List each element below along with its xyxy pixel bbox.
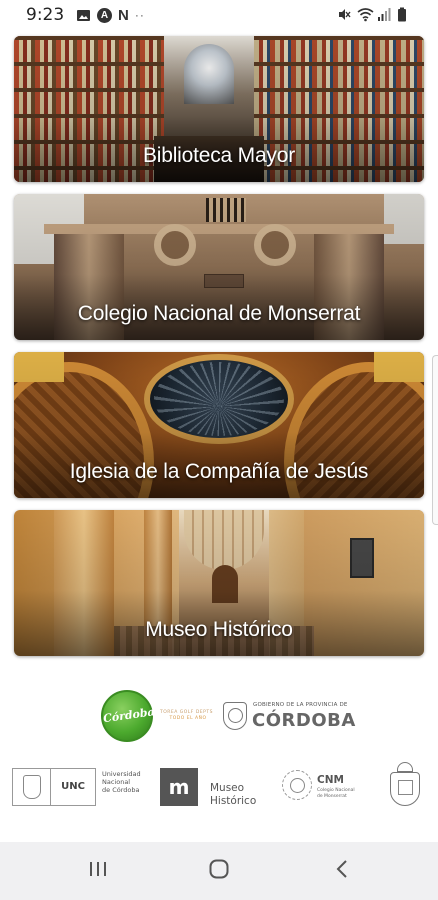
museo-historico-logo: m [160,768,198,806]
card-title: Colegio Nacional de Monserrat [77,302,361,325]
card-biblioteca-mayor[interactable]: Biblioteca Mayor [14,36,424,182]
unc-seal-icon [13,769,51,805]
n-icon: N [118,7,129,24]
sponsor-logos-row-2: UNC Universidad Nacional de Córdoba m Mu… [0,762,438,818]
place-card-list: Biblioteca Mayor Colegio Nacional de Mon… [14,36,424,668]
cordoba-tourism-logo: Córdoba [101,690,155,742]
cordoba-tourism-tagline: TOREA GOLF DEPTS TODO EL AÑO [160,710,213,721]
card-title: Museo Histórico [145,618,293,641]
status-bar: 9:23 A N ·· [0,0,438,30]
recent-apps-button[interactable] [76,856,120,886]
wifi-icon [357,7,374,22]
back-icon [335,858,349,885]
card-colegio-nacional-de-monserrat[interactable]: Colegio Nacional de Monserrat [14,194,424,340]
signal-icon [377,7,392,22]
gobierno-cordoba-logo: GOBIERNO DE LA PROVINCIA DE CÓRDOBA [223,700,355,736]
system-nav-bar [0,842,438,900]
status-left-icons: A N ·· [76,8,145,23]
home-icon [208,858,230,885]
status-time: 9:23 [26,5,65,25]
card-iglesia-de-la-compania-de-jesus[interactable]: Iglesia de la Compañía de Jesús [14,352,424,498]
card-title: Biblioteca Mayor [142,144,296,167]
a-badge-icon: A [97,8,112,23]
more-dots-icon: ·· [134,8,145,22]
cnm-name: Colegio Nacional de Monserrat [317,788,355,799]
gobierno-shield-icon [223,702,247,730]
museo-historico-name: Museo Histórico [210,782,257,807]
sponsor-logos-row-1: Córdoba TOREA GOLF DEPTS TODO EL AÑO GOB… [0,690,438,746]
home-button[interactable] [197,856,241,886]
recent-apps-icon [87,859,109,884]
cnm-seal-icon [282,770,312,800]
unc-name: Universidad Nacional de Córdoba [102,770,141,794]
card-title: Iglesia de la Compañía de Jesús [69,460,369,483]
cnm-logo: CNM [317,774,344,786]
card-museo-historico[interactable]: Museo Histórico [14,510,424,656]
status-right-icons [337,7,412,22]
back-button[interactable] [320,856,364,886]
battery-icon [397,7,412,22]
edge-panel-handle[interactable] [432,355,438,525]
unc-logo: UNC [12,768,96,806]
mute-icon [337,7,352,22]
gallery-icon [76,8,91,23]
crest-icon [386,762,424,812]
